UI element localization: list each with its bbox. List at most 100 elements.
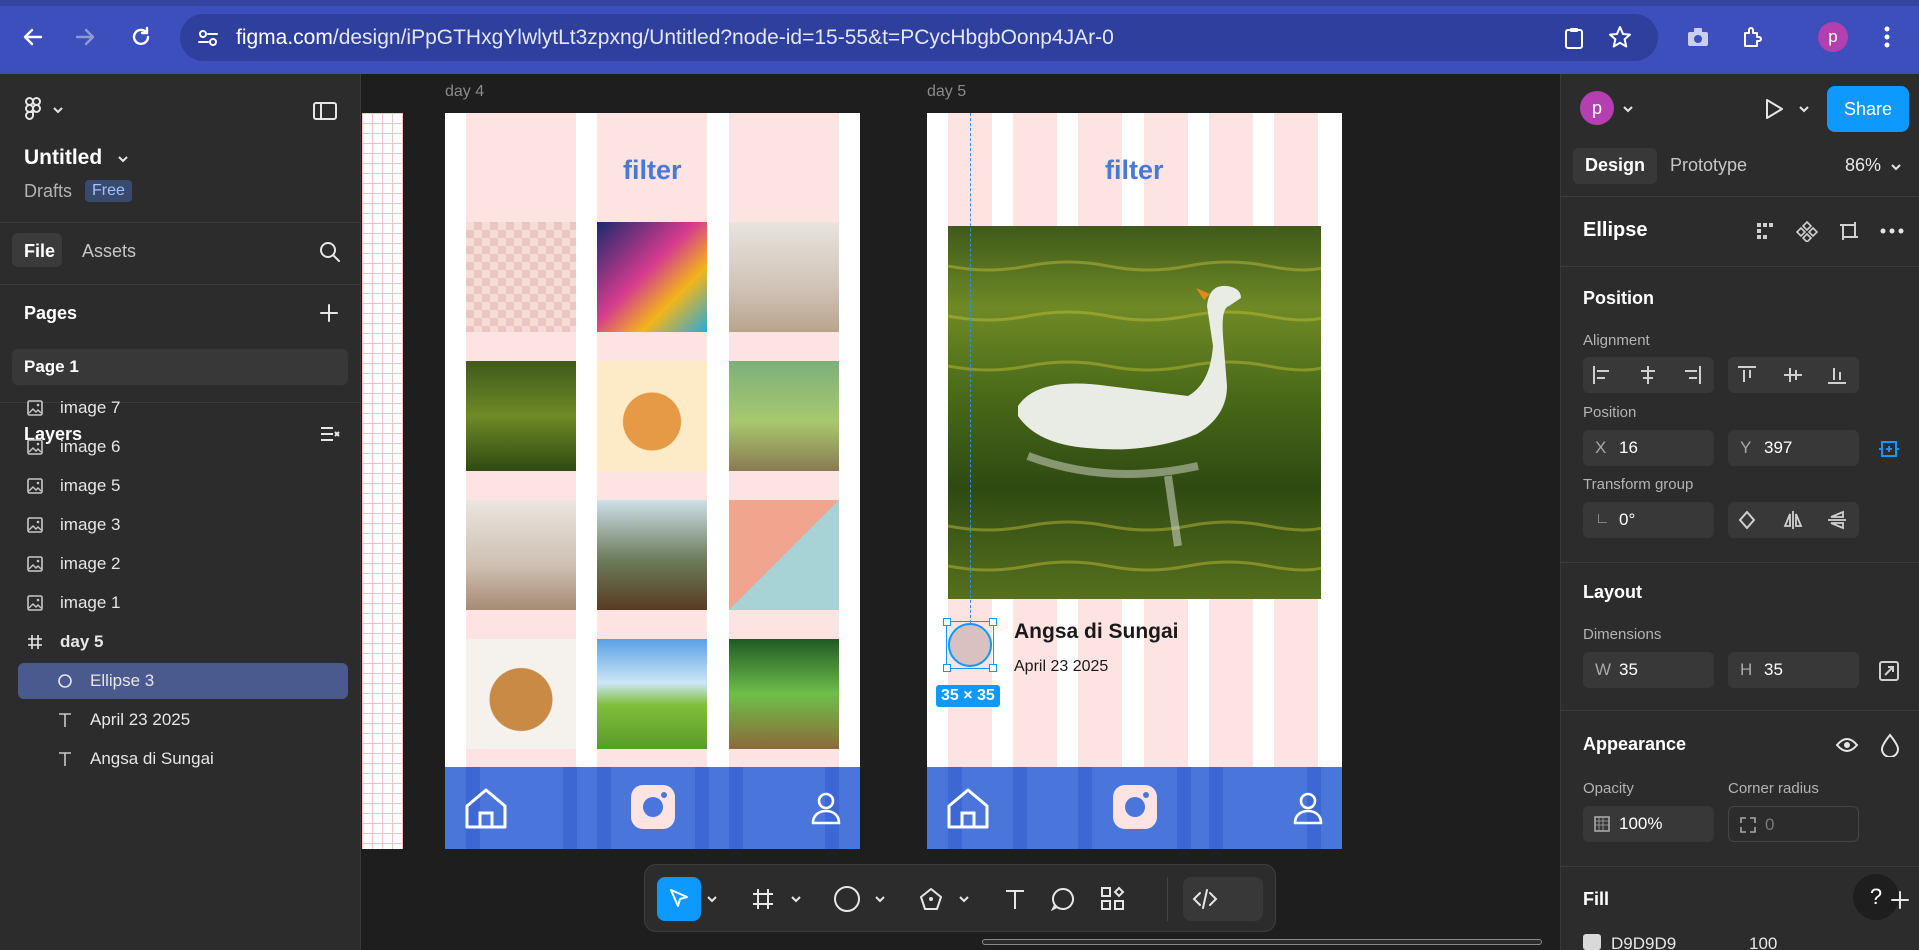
resize-to-fit-icon[interactable] <box>1877 659 1901 683</box>
align-top-icon[interactable] <box>1736 364 1758 386</box>
align-right-icon[interactable] <box>1681 364 1703 386</box>
zoom-level[interactable]: 86% <box>1845 155 1881 176</box>
search-icon[interactable] <box>318 240 342 264</box>
figma-menu-button[interactable] <box>24 96 64 124</box>
fill-swatch[interactable] <box>1583 934 1601 950</box>
gallery-image[interactable] <box>597 361 707 471</box>
y-field[interactable]: Y 397 <box>1728 430 1859 466</box>
layer-item[interactable]: image 5 <box>18 468 348 504</box>
file-name-chevron-icon[interactable] <box>116 152 130 166</box>
align-middle-v-icon[interactable] <box>1782 364 1804 386</box>
frame-tool-chevron-icon[interactable] <box>787 877 805 921</box>
layer-item[interactable]: image 1 <box>18 585 348 621</box>
ellipse-tool-icon[interactable] <box>825 877 869 921</box>
zoom-chevron-icon[interactable] <box>1889 160 1903 174</box>
align-center-h-icon[interactable] <box>1637 364 1659 386</box>
component-icon[interactable] <box>1795 220 1819 244</box>
tab-assets[interactable]: Assets <box>82 241 136 262</box>
user-avatar[interactable]: p <box>1580 91 1614 125</box>
align-left-icon[interactable] <box>1591 364 1613 386</box>
frame-day-5[interactable]: filter 35 × 35 Angsa di Sungai April 23 … <box>927 113 1342 849</box>
post-date[interactable]: April 23 2025 <box>1014 658 1108 676</box>
filter-title[interactable]: filter <box>623 155 682 186</box>
bookmark-star-icon[interactable] <box>1608 25 1632 49</box>
file-location[interactable]: Drafts <box>24 181 72 202</box>
add-page-icon[interactable] <box>318 302 340 324</box>
filter-title[interactable]: filter <box>1105 155 1164 186</box>
more-options-icon[interactable] <box>1879 220 1905 242</box>
reload-icon[interactable] <box>126 22 156 52</box>
frame-label-day-5[interactable]: day 5 <box>927 83 966 101</box>
resize-handle[interactable] <box>989 664 997 672</box>
dev-mode-toggle[interactable] <box>1183 877 1263 921</box>
move-tool-icon[interactable] <box>657 877 701 921</box>
height-field[interactable]: H 35 <box>1728 652 1859 688</box>
profile-icon[interactable] <box>1293 791 1323 825</box>
opacity-field[interactable]: 100% <box>1583 806 1714 842</box>
horizontal-scrollbar[interactable] <box>982 939 1542 945</box>
profile-icon[interactable] <box>811 791 841 825</box>
pen-tool-icon[interactable] <box>909 877 953 921</box>
corner-radius-field[interactable]: 0 <box>1728 806 1859 842</box>
avatar-chevron-icon[interactable] <box>1621 102 1635 116</box>
present-play-icon[interactable] <box>1759 95 1787 123</box>
flip-horizontal-icon[interactable] <box>1782 509 1804 531</box>
layer-item[interactable]: day 5 <box>18 624 348 660</box>
resize-handle[interactable] <box>943 664 951 672</box>
camera-icon[interactable] <box>631 785 675 829</box>
post-title[interactable]: Angsa di Sungai <box>1014 620 1179 644</box>
blend-mode-drop-icon[interactable] <box>1879 733 1901 758</box>
layer-item[interactable]: image 3 <box>18 507 348 543</box>
extensions-icon[interactable] <box>1738 22 1768 52</box>
camera-icon[interactable] <box>1113 785 1157 829</box>
rotation-field[interactable]: ∟ 0° <box>1583 502 1714 538</box>
grid-icon[interactable] <box>1754 220 1776 242</box>
layout-grid-frame[interactable] <box>362 113 403 849</box>
comment-tool-icon[interactable] <box>1041 877 1085 921</box>
camera-icon[interactable] <box>1683 22 1713 52</box>
layer-item[interactable]: image 6 <box>18 429 348 465</box>
frame-tool-icon[interactable] <box>741 877 785 921</box>
layer-item[interactable]: Angsa di Sungai <box>18 741 348 777</box>
file-name[interactable]: Untitled <box>24 146 102 170</box>
resize-handle[interactable] <box>943 618 951 626</box>
gallery-image[interactable] <box>597 222 707 332</box>
text-tool-icon[interactable] <box>993 877 1037 921</box>
pen-tool-chevron-icon[interactable] <box>955 877 973 921</box>
gallery-image[interactable] <box>597 500 707 610</box>
swan-photo[interactable] <box>948 226 1321 599</box>
x-field[interactable]: X 16 <box>1583 430 1714 466</box>
frame-day-4[interactable]: filter <box>445 113 860 849</box>
visibility-eye-icon[interactable] <box>1835 733 1859 757</box>
gallery-image[interactable] <box>729 500 839 610</box>
layer-item[interactable]: image 7 <box>18 390 348 426</box>
gallery-image[interactable] <box>466 361 576 471</box>
constraints-icon[interactable] <box>1877 437 1901 461</box>
gallery-image[interactable] <box>729 639 839 749</box>
layer-item[interactable]: Ellipse 3 <box>18 663 348 699</box>
forward-icon[interactable] <box>70 22 100 52</box>
back-icon[interactable] <box>18 22 48 52</box>
home-icon[interactable] <box>463 785 509 831</box>
fill-opacity[interactable]: 100 <box>1749 934 1777 950</box>
flip-vertical-icon[interactable] <box>1826 509 1848 531</box>
present-chevron-icon[interactable] <box>1797 102 1811 116</box>
rotate-icon[interactable] <box>1736 509 1758 531</box>
address-bar[interactable]: figma.com/design/iPpGTHxgYlwlytLt3zpxng/… <box>180 14 1658 61</box>
resize-handle[interactable] <box>989 618 997 626</box>
canvas[interactable]: day 4 filter day 5 filter 35 × 35 Angsa … <box>362 74 1560 950</box>
clipboard-icon[interactable] <box>1562 26 1586 50</box>
gallery-image[interactable] <box>597 639 707 749</box>
site-info-icon[interactable] <box>196 26 220 50</box>
align-bottom-icon[interactable] <box>1826 364 1848 386</box>
browser-profile-avatar[interactable]: p <box>1818 22 1848 52</box>
move-tool-chevron-icon[interactable] <box>703 877 721 921</box>
layer-item[interactable]: image 2 <box>18 546 348 582</box>
actions-tool-icon[interactable] <box>1091 877 1135 921</box>
sidebar-toggle-icon[interactable] <box>312 100 338 122</box>
frame-label-day-4[interactable]: day 4 <box>445 83 484 101</box>
gallery-image[interactable] <box>466 222 576 332</box>
fill-hex[interactable]: D9D9D9 <box>1611 934 1676 950</box>
crop-icon[interactable] <box>1838 220 1860 242</box>
gallery-image[interactable] <box>466 500 576 610</box>
